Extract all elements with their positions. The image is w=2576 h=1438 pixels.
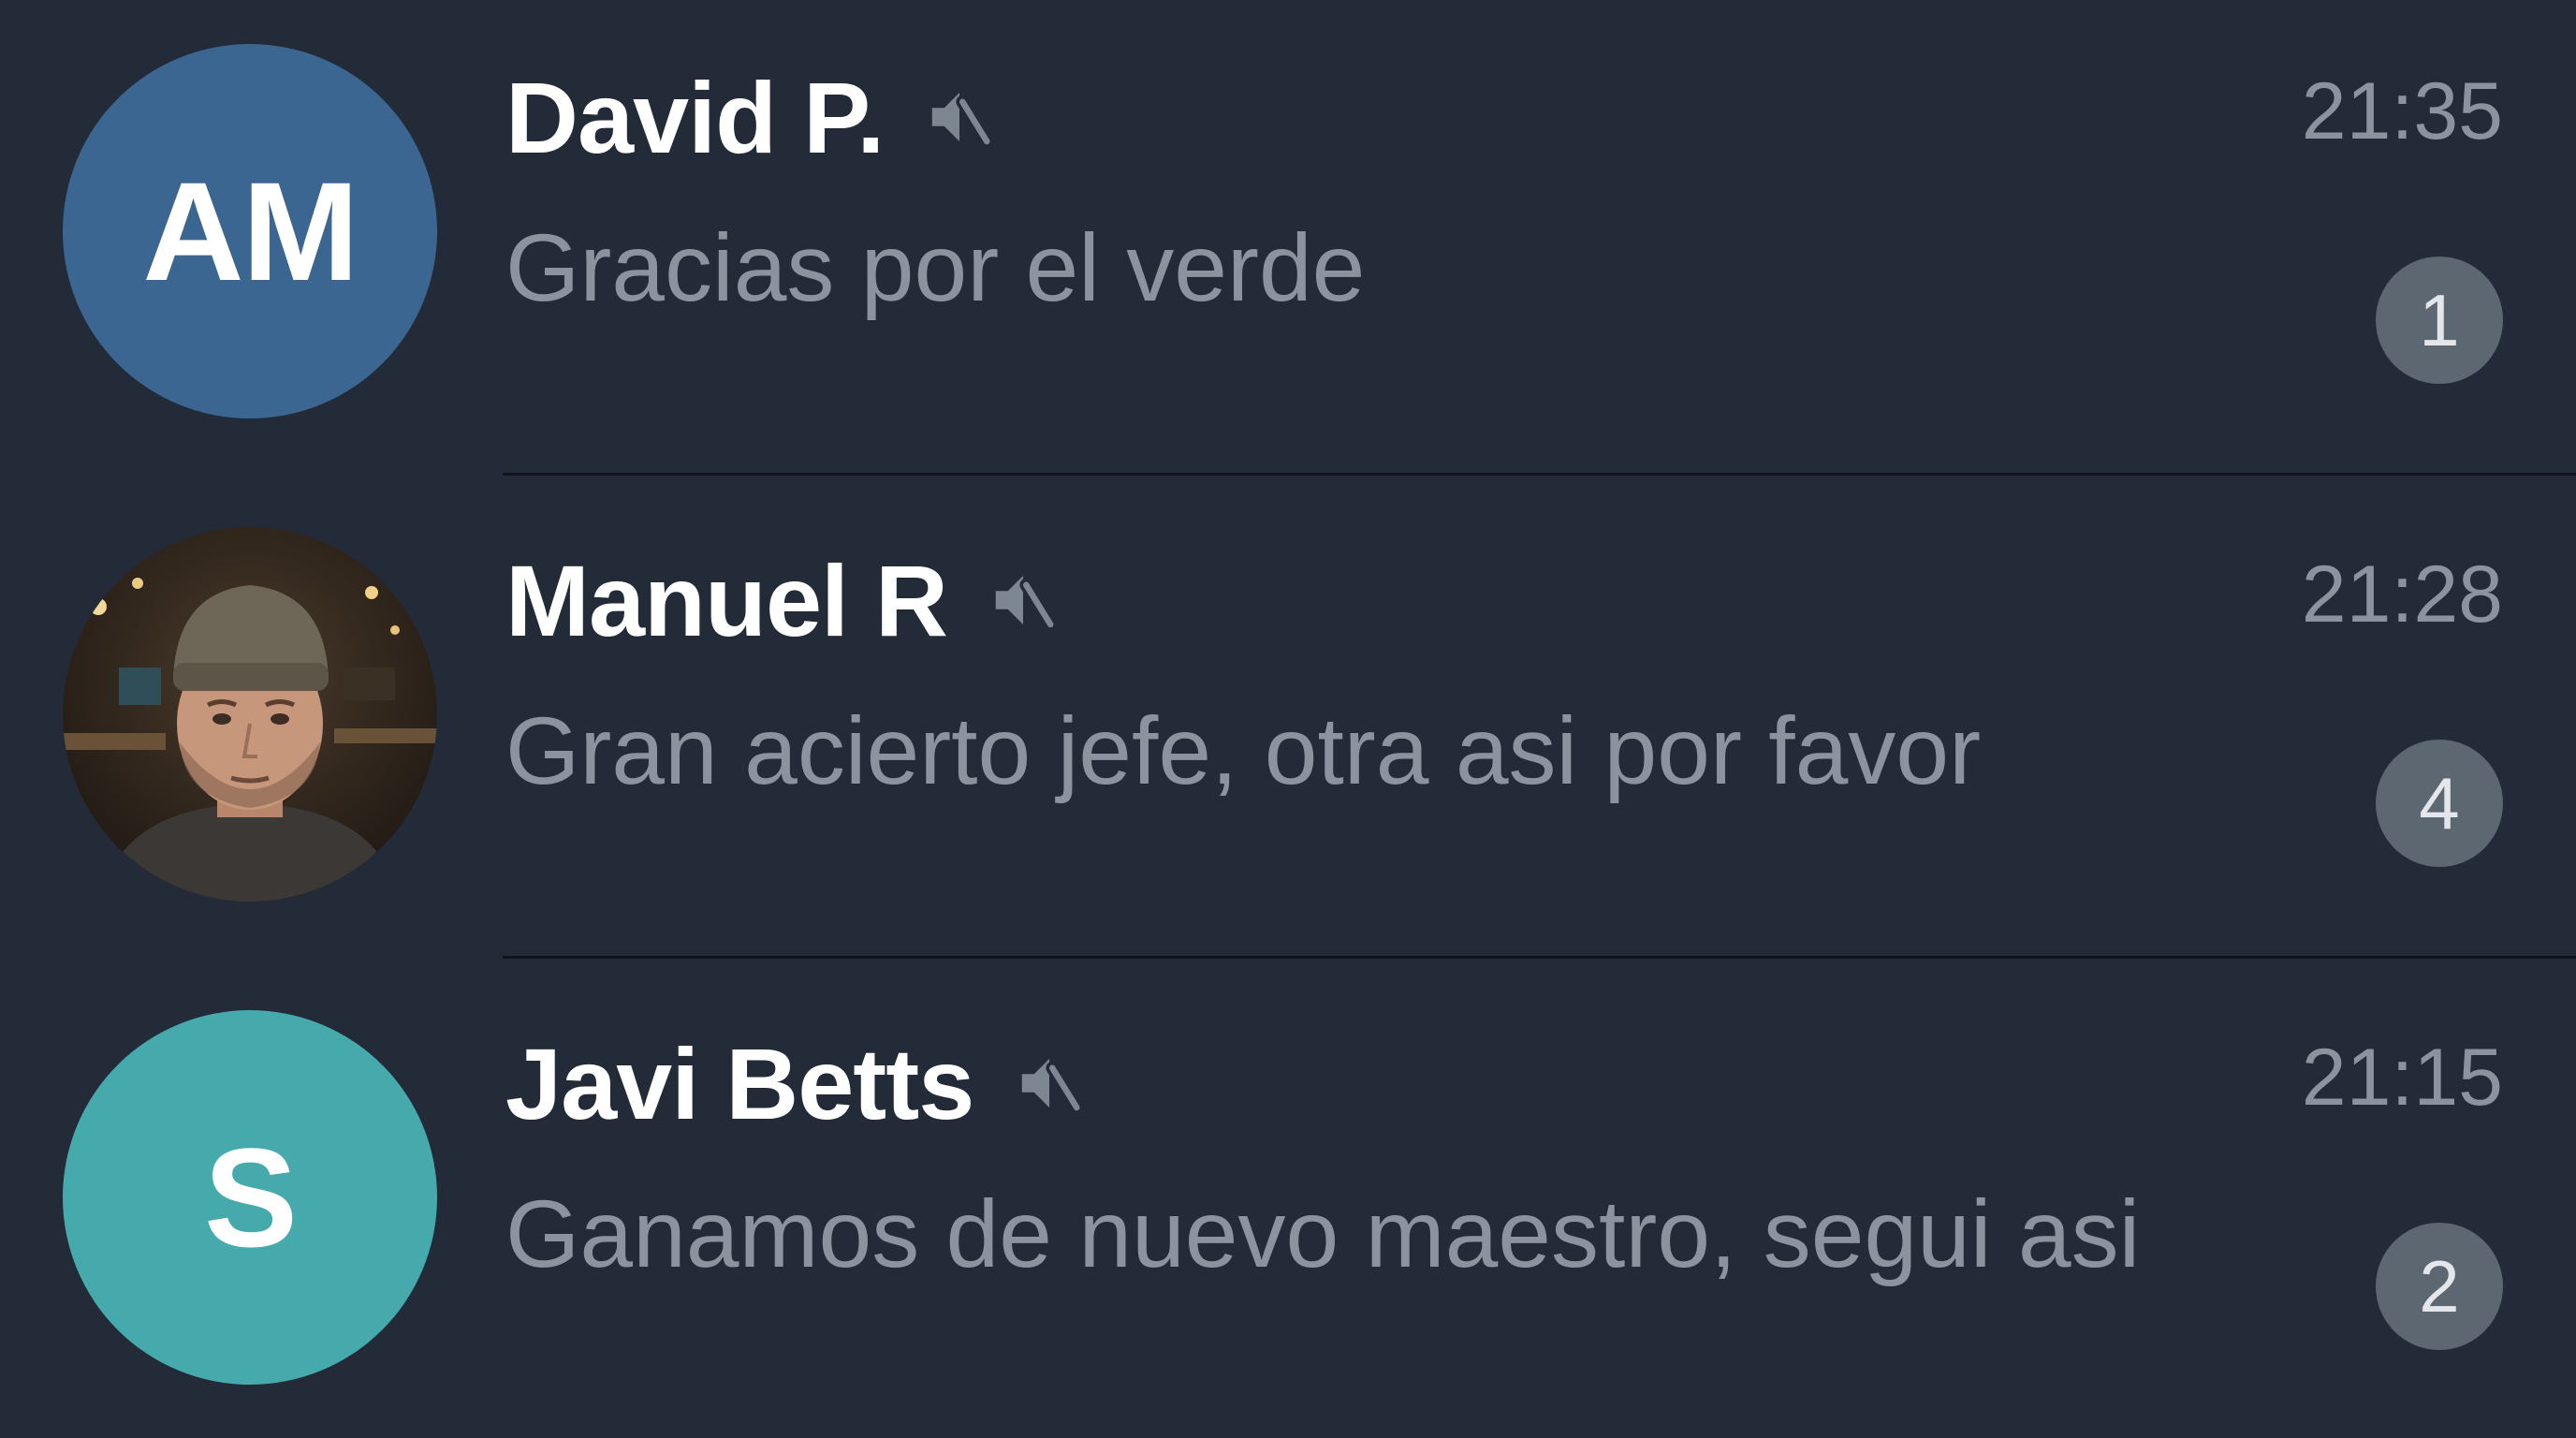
message-preview: Gran acierto jefe, otra asi por favor xyxy=(505,697,1982,804)
chat-name: Manuel R xyxy=(505,543,948,657)
chat-row-javi[interactable]: S Javi Betts 21:15 Ganamos de nuevo maes… xyxy=(0,966,2576,1438)
chat-list: AM David P. 21:35 Gracias por el verde 1 xyxy=(0,0,2576,1438)
avatar[interactable]: S xyxy=(63,1010,437,1385)
divider xyxy=(503,956,2576,959)
unread-badge: 2 xyxy=(2376,1223,2503,1350)
muted-speaker-icon xyxy=(987,562,1060,638)
chat-name: Javi Betts xyxy=(505,1026,974,1140)
profile-photo xyxy=(63,527,437,902)
chat-time: 21:28 xyxy=(2301,550,2503,639)
unread-badge: 1 xyxy=(2376,257,2503,384)
chat-title-line: Manuel R xyxy=(505,535,1060,666)
avatar-initials: S xyxy=(203,1118,298,1276)
muted-speaker-icon xyxy=(923,79,996,155)
chat-row-david[interactable]: AM David P. 21:35 Gracias por el verde 1 xyxy=(0,0,2576,483)
chat-row-manuel[interactable]: Manuel R 21:28 Gran acierto jefe, otra a… xyxy=(0,483,2576,966)
avatar[interactable]: AM xyxy=(63,44,437,418)
avatar-initials: AM xyxy=(142,152,359,310)
chat-title-line: David P. xyxy=(505,51,996,183)
divider xyxy=(503,473,2576,476)
message-preview: Ganamos de nuevo maestro, segui asi xyxy=(505,1181,2141,1287)
chat-name: David P. xyxy=(505,60,885,174)
muted-speaker-icon xyxy=(1013,1045,1086,1122)
message-preview: Gracias por el verde xyxy=(505,214,1366,321)
avatar[interactable] xyxy=(63,527,437,902)
chat-time: 21:15 xyxy=(2301,1033,2503,1123)
unread-badge: 4 xyxy=(2376,740,2503,867)
chat-title-line: Javi Betts xyxy=(505,1018,1086,1149)
chat-time: 21:35 xyxy=(2301,66,2503,156)
